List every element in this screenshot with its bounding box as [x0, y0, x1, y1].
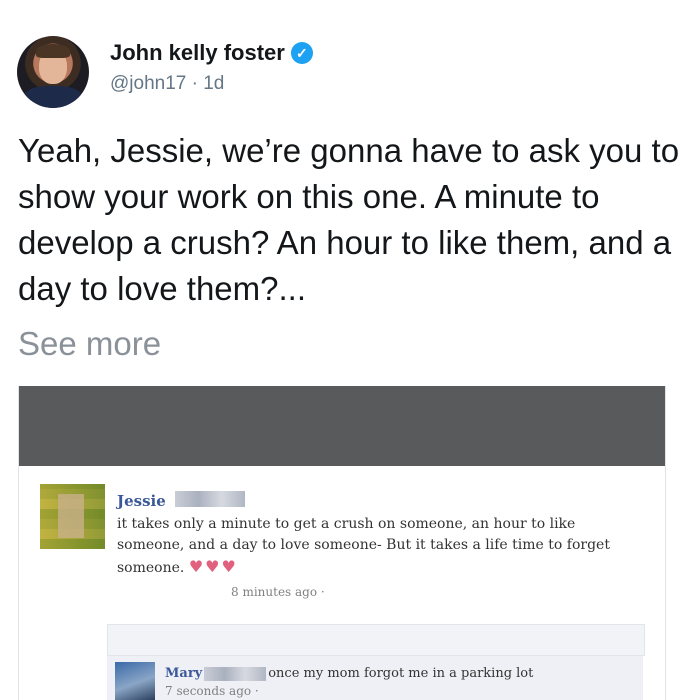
author-avatar[interactable] [17, 36, 89, 108]
mary-avatar [115, 662, 155, 700]
avatar-shirt [23, 86, 83, 108]
screenshot-header-bar [19, 386, 665, 466]
author-handle-time[interactable]: @john17 · 1d [110, 73, 224, 95]
avatar-hair [36, 44, 70, 58]
blurred-surname-2 [204, 666, 267, 681]
verified-badge-icon: ✓ [290, 42, 313, 64]
mary-comment-text: once my mom forgot me in a parking lot [268, 666, 534, 681]
tweet-media-image[interactable]: Jessie it takes only a minute to get a c… [18, 386, 666, 700]
post-timestamp: 8 minutes ago · [231, 585, 325, 599]
jessie-post-text: it takes only a minute to get a crush on… [117, 514, 627, 579]
tweet-text: Yeah, Jessie, we’re gonna have to ask yo… [18, 132, 680, 307]
see-more-link[interactable]: See more [18, 325, 161, 363]
jessie-name: Jessie [117, 492, 166, 510]
comment-timestamp: 7 seconds ago · [165, 684, 259, 698]
heart-icons: ♥♥♥ [188, 557, 238, 576]
mary-name: Mary [165, 666, 203, 681]
blurred-surname [175, 491, 245, 507]
jessie-avatar [40, 484, 105, 549]
reply-box [107, 624, 645, 656]
mary-comment: Mary once my mom forgot me in a parking l… [165, 666, 533, 681]
author-name-text: John kelly foster [110, 40, 285, 65]
author-name[interactable]: John kelly foster ✓ [110, 40, 313, 66]
